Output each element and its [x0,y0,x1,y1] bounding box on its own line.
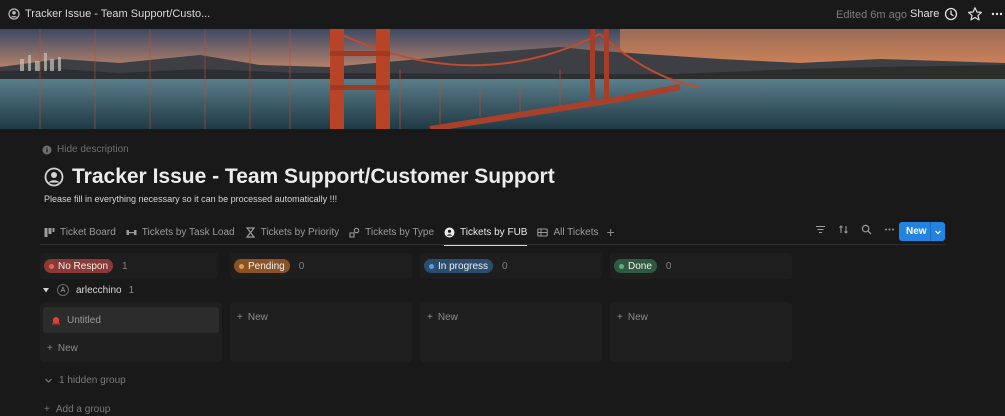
cover-image [0,29,1005,129]
add-new-label: New [437,312,458,323]
add-view-button[interactable]: + [606,224,614,240]
caret-down-icon[interactable] [42,286,50,294]
plus-icon: + [617,312,623,323]
page-description[interactable]: Please fill in everything necessary so i… [44,194,337,204]
chevron-down-icon [45,378,52,383]
edited-timestamp: Edited 6m ago [836,9,907,21]
group-header-arlecchino[interactable]: A arlecchino 1 [42,284,134,296]
status-pill: Pending [234,259,290,273]
group-count: 1 [128,284,135,296]
status-label: No Respon [58,260,109,272]
hide-description-button[interactable]: Hide description [42,144,129,155]
shapes-icon [349,227,360,238]
search-icon[interactable] [861,224,872,235]
filter-icon[interactable] [815,224,826,235]
tab-tickets-by-priority[interactable]: Tickets by Priority [245,221,340,243]
ticket-card[interactable]: Untitled [43,307,219,333]
status-pill: Done [614,259,657,273]
new-button-label: New [906,226,927,237]
plus-icon: + [237,312,243,323]
column-header-pending[interactable]: Pending 0 [230,256,304,276]
column-body-pending [230,302,412,362]
more-options-icon[interactable] [884,224,895,235]
add-new-card-button[interactable]: + New [617,312,648,323]
add-new-card-button[interactable]: + New [427,312,458,323]
group-name: arlecchino [76,284,122,296]
status-label: In progress [438,260,489,272]
column-body-in-progress [420,302,602,362]
page-breadcrumb-title[interactable]: Tracker Issue - Team Support/Custo... [25,8,210,20]
plus-icon: + [427,312,433,323]
tabs-divider [40,244,945,245]
add-group-label: Add a group [55,404,111,415]
page-header: Tracker Issue - Team Support/Customer Su… [44,165,555,189]
view-toolbar [815,224,895,235]
hidden-group-label: 1 hidden group [59,375,126,386]
add-new-label: New [627,312,648,323]
hidden-group-toggle[interactable]: 1 hidden group [44,375,126,386]
add-group-button[interactable]: + Add a group [44,404,110,415]
board-icon [44,227,55,237]
tab-tickets-by-type[interactable]: Tickets by Type [349,221,434,243]
clock-icon[interactable] [944,7,958,21]
status-dot [619,263,624,269]
column-body-done [610,302,792,362]
table-icon [537,227,549,237]
hide-description-label: Hide description [57,144,129,155]
column-header-in-progress[interactable]: In progress 0 [420,256,508,276]
column-header-no-respon[interactable]: No Respon 1 [40,256,128,276]
tab-tickets-by-task-load[interactable]: Tickets by Task Load [126,221,235,243]
add-new-card-button[interactable]: + New [47,343,78,354]
status-dot [49,263,54,269]
add-new-label: New [247,312,268,323]
tab-label: Tickets by Type [365,226,435,238]
card-title: Untitled [67,314,101,326]
siren-icon [52,317,60,325]
column-count: 0 [502,260,508,272]
hourglass-icon [245,226,255,238]
star-icon[interactable] [967,6,983,22]
column-header-done[interactable]: Done 0 [610,256,671,276]
tab-label: Ticket Board [60,226,116,238]
plus-icon: + [44,404,50,415]
column-count: 0 [298,260,305,272]
avatar: A [57,284,69,296]
status-pill: In progress [424,259,494,273]
sort-icon[interactable] [838,224,849,235]
column-count: 0 [665,260,672,272]
page-title[interactable]: Tracker Issue - Team Support/Customer Su… [72,165,555,189]
tab-all-tickets[interactable]: All Tickets [537,221,598,243]
new-dropdown-toggle[interactable] [931,228,945,236]
add-new-label: New [57,343,78,354]
status-pill: No Respon [44,259,114,273]
column-count: 1 [122,260,128,272]
status-dot [239,263,244,269]
tab-label: Tickets by Priority [260,226,340,238]
person-icon [444,227,455,237]
tab-label: Tickets by Task Load [141,226,235,238]
tab-tickets-by-fub[interactable]: Tickets by FUB [444,221,528,246]
more-icon[interactable] [990,8,1004,20]
new-button[interactable]: New [899,222,945,241]
tab-label: All Tickets [553,226,599,238]
view-tabs: Ticket Board Tickets by Task Load Ticket… [44,221,615,246]
page-icon [8,8,20,20]
info-icon [42,145,52,154]
add-new-card-button[interactable]: + New [237,312,268,323]
dumbbell-icon [126,229,137,235]
tab-ticket-board[interactable]: Ticket Board [44,221,116,243]
chevron-down-icon [935,230,941,234]
tab-label: Tickets by FUB [460,226,528,238]
share-button[interactable]: Share [910,8,939,20]
plus-icon: + [47,343,53,354]
status-label: Pending [248,260,285,272]
top-bar: Tracker Issue - Team Support/Custo... Ed… [0,0,1005,29]
person-circle-icon[interactable] [44,167,64,187]
status-label: Done [628,260,652,272]
status-dot [429,263,434,269]
